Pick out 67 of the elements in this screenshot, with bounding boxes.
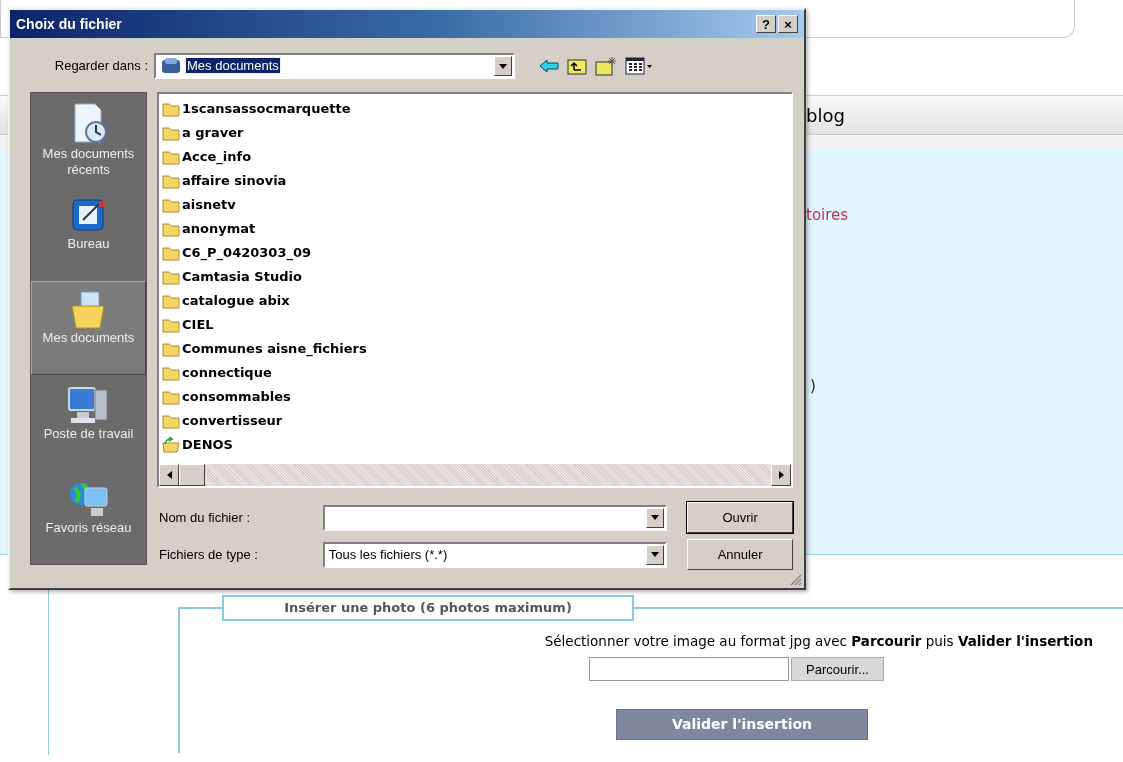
left-arrow-icon bbox=[166, 471, 172, 479]
places-bar-item[interactable]: Mes documents récents bbox=[31, 93, 146, 187]
file-list-item[interactable]: 1scansassocmarquette bbox=[182, 99, 351, 119]
scroll-right-button[interactable] bbox=[771, 464, 791, 486]
folder-icon bbox=[162, 269, 180, 285]
view-menu-icon[interactable] bbox=[625, 57, 653, 75]
close-button[interactable]: × bbox=[778, 15, 798, 33]
file-list-item[interactable]: anonymat bbox=[182, 219, 256, 239]
file-list-item[interactable]: connectique bbox=[182, 363, 272, 383]
scrollbar-thumb[interactable] bbox=[179, 464, 205, 486]
instruction-text: Sélectionner votre image au format jpg avec Parcourir puis Valider l'insertion bbox=[544, 633, 1093, 649]
file-name-label: Nom du fichier : bbox=[158, 508, 252, 527]
cancel-button[interactable]: Annuler bbox=[687, 539, 793, 570]
section-title: blog bbox=[806, 103, 845, 128]
submit-button[interactable]: Valider l'insertion bbox=[616, 709, 868, 741]
link-text[interactable]: toires bbox=[806, 204, 849, 227]
folder-icon bbox=[162, 317, 180, 333]
file-list-item[interactable]: DENOS bbox=[182, 435, 233, 455]
file-list-item[interactable]: C6_P_0420303_09 bbox=[182, 243, 312, 263]
text-fragment: ) bbox=[810, 375, 816, 397]
file-list-item[interactable]: Communes aisne_fichiers bbox=[182, 339, 367, 359]
file-type-dropdown[interactable]: Tous les fichiers (*.*) bbox=[322, 541, 668, 568]
dropdown-arrow-icon bbox=[651, 552, 660, 557]
window-title: Choix du fichier bbox=[16, 14, 123, 34]
folder-icon bbox=[162, 341, 180, 357]
folder-icon bbox=[162, 197, 180, 213]
file-name-field[interactable] bbox=[322, 504, 668, 531]
look-in-label: Regarder dans : bbox=[53, 57, 149, 76]
places-bar-item[interactable]: Mes documents bbox=[31, 281, 146, 375]
folder-icon bbox=[162, 245, 180, 261]
folder-icon bbox=[162, 293, 180, 309]
back-arrow-icon[interactable] bbox=[539, 58, 559, 74]
dropdown-arrow-icon bbox=[651, 515, 660, 520]
resize-grip-icon[interactable] bbox=[790, 574, 802, 586]
help-button[interactable]: ? bbox=[756, 15, 776, 33]
folder-icon bbox=[162, 413, 180, 429]
scroll-left-button[interactable] bbox=[159, 464, 179, 486]
file-list-item[interactable]: CIEL bbox=[182, 315, 214, 335]
photo-section-legend: Insérer une photo (6 photos maximum) bbox=[222, 595, 634, 621]
places-bar-item[interactable]: Bureau bbox=[31, 187, 146, 281]
folder-icon bbox=[162, 101, 180, 117]
browse-button[interactable]: Parcourir... bbox=[791, 657, 884, 682]
folder-icon bbox=[162, 173, 180, 189]
file-list-item[interactable]: consommables bbox=[182, 387, 291, 407]
folder-icon bbox=[162, 365, 180, 381]
file-list-item[interactable]: affaire sinovia bbox=[182, 171, 287, 191]
folder-shortcut-icon bbox=[162, 437, 180, 453]
file-list-item[interactable]: a graver bbox=[182, 123, 244, 143]
file-path-field[interactable] bbox=[589, 657, 790, 682]
look-in-dropdown[interactable]: Mes documents bbox=[154, 53, 515, 79]
file-list-item[interactable]: catalogue abix bbox=[182, 291, 290, 311]
new-folder-icon[interactable] bbox=[595, 56, 617, 76]
folder-icon bbox=[162, 221, 180, 237]
file-list-item[interactable]: convertisseur bbox=[182, 411, 283, 431]
documents-icon bbox=[160, 57, 182, 75]
dropdown-arrow-icon bbox=[499, 63, 507, 69]
file-list-item[interactable]: aisnetv bbox=[182, 195, 236, 215]
folder-icon bbox=[162, 125, 180, 141]
file-list-item[interactable]: Camtasia Studio bbox=[182, 267, 302, 287]
folder-icon bbox=[162, 389, 180, 405]
up-folder-icon[interactable] bbox=[567, 57, 587, 75]
file-type-label: Fichiers de type : bbox=[158, 545, 259, 564]
places-bar-item[interactable]: Poste de travail bbox=[31, 375, 146, 469]
right-arrow-icon bbox=[778, 471, 784, 479]
file-list-item[interactable]: Acce_info bbox=[182, 147, 252, 167]
open-button[interactable]: Ouvrir bbox=[687, 502, 793, 533]
places-bar-item[interactable]: Favoris réseau bbox=[31, 469, 146, 563]
